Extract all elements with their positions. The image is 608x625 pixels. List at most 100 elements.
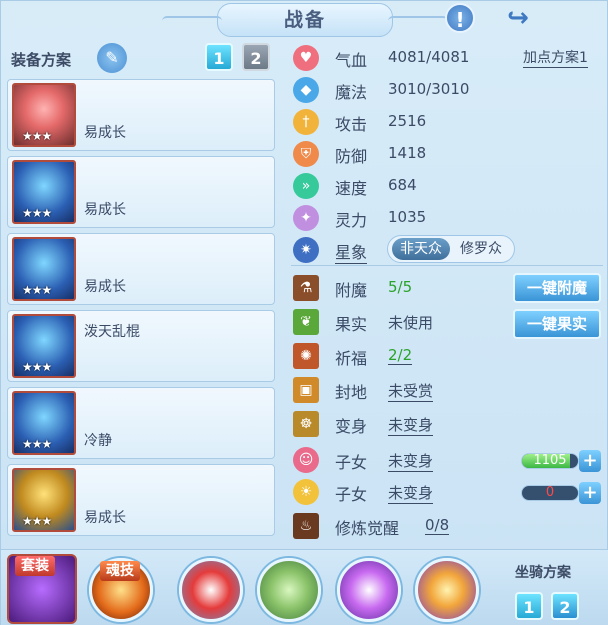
stat-atk: † 攻击 2516: [291, 107, 601, 137]
blue-helmet-icon[interactable]: ★★★: [12, 160, 76, 224]
star-option-a[interactable]: 非天众: [392, 238, 450, 260]
stat-label: 防御: [335, 147, 368, 166]
bottom-bar: 套装 魂技 坐骑方案 1 2: [1, 549, 608, 625]
row-value[interactable]: 未受赏: [388, 380, 434, 402]
row-value[interactable]: 未变身: [388, 450, 434, 472]
stat-spd: » 速度 684: [291, 171, 601, 201]
stat-label: 攻击: [335, 115, 368, 134]
row-child-1: ☺ 子女 未变身 1105 +: [291, 445, 601, 475]
enchant-icon: ⚗: [293, 275, 319, 301]
child-icon: ☺: [293, 447, 319, 473]
row-value[interactable]: 未变身: [388, 482, 434, 504]
stat-spirit: ✦ 灵力 1035: [291, 203, 601, 233]
row-label: 变身: [335, 417, 368, 436]
stat-star: ✷ 星象 非天众 修罗众: [291, 235, 601, 265]
share-icon[interactable]: ↪: [503, 3, 533, 33]
battle-prep-panel: 战备 ! ↪ 装备方案 ✎ 1 2 ★★★ 易成长 ★★★ 易成长 ★★★ 易成…: [0, 0, 608, 625]
child-1-plus-button[interactable]: +: [579, 450, 601, 472]
one-click-fruit-button[interactable]: 一键果实: [513, 309, 601, 339]
edit-pencil-icon[interactable]: ✎: [97, 43, 127, 73]
equip-plan-tab-1[interactable]: 1: [205, 43, 233, 71]
stat-value: 1418: [388, 144, 427, 162]
child-icon: ☀: [293, 479, 319, 505]
stat-label: 星象: [335, 239, 368, 264]
equip-slot-1[interactable]: ★★★ 易成长: [7, 79, 275, 151]
row-label: 封地: [335, 383, 368, 402]
soul-skill-icon[interactable]: 魂技: [89, 558, 153, 622]
row-child-2: ☀ 子女 未变身 0 +: [291, 477, 601, 507]
equip-name: 易成长: [84, 510, 126, 526]
blue-armor-icon[interactable]: ★★★: [12, 237, 76, 301]
speed-icon: »: [293, 173, 319, 199]
stat-mp: ◆ 魔法 3010/3010: [291, 75, 601, 105]
fruit-icon: ❦: [293, 309, 319, 335]
bar-value: 0: [545, 485, 555, 500]
green-leaf-skill-icon[interactable]: [257, 558, 321, 622]
cultivation-icon: ♨: [293, 513, 319, 539]
row-label: 附魔: [335, 281, 368, 300]
star-rating: ★★★: [22, 206, 52, 220]
popsicle-weapon-icon[interactable]: ★★★: [12, 83, 76, 147]
row-value[interactable]: 未变身: [388, 414, 434, 436]
child-2-plus-button[interactable]: +: [579, 482, 601, 504]
point-plan-link[interactable]: 加点方案1: [523, 47, 588, 68]
equip-name: 冷静: [84, 433, 112, 449]
stat-value: 1035: [388, 208, 427, 226]
mount-plan-tab-2[interactable]: 2: [551, 592, 579, 620]
star-rating: ★★★: [22, 514, 52, 528]
stat-value: 2516: [388, 112, 427, 130]
info-warning-icon[interactable]: !: [445, 3, 475, 33]
stat-label: 气血: [335, 51, 368, 70]
purple-orb-skill-icon[interactable]: [337, 558, 401, 622]
mount-plan-tab-1[interactable]: 1: [515, 592, 543, 620]
equip-slot-4[interactable]: ★★★ 泼天乱棍: [7, 310, 275, 382]
equip-name: 易成长: [84, 125, 126, 141]
equip-plan-label: 装备方案: [11, 51, 72, 69]
gold-boots-icon[interactable]: ★★★: [12, 468, 76, 532]
blue-belt-icon[interactable]: ★★★: [12, 391, 76, 455]
equip-slot-3[interactable]: ★★★ 易成长: [7, 233, 275, 305]
row-value: 5/5: [388, 278, 413, 296]
soul-label: 魂技: [100, 561, 140, 581]
child-1-bar: 1105: [521, 453, 579, 469]
equip-name: 易成长: [84, 279, 126, 295]
set-label: 套装: [15, 556, 55, 576]
moon-skill-icon[interactable]: [415, 558, 479, 622]
star-toggle[interactable]: 非天众 修罗众: [387, 235, 515, 263]
row-cultivation: ♨ 修炼觉醒 0/8: [291, 511, 601, 541]
stat-value: 4081/4081: [388, 48, 470, 66]
transform-icon: ☸: [293, 411, 319, 437]
shield-icon: ⛨: [293, 141, 319, 167]
sword-icon: †: [293, 109, 319, 135]
row-enchant: ⚗ 附魔 5/5 一键附魔: [291, 273, 601, 303]
equip-plan-tab-2[interactable]: 2: [242, 43, 270, 71]
bar-value: 1105: [533, 453, 567, 468]
star-rating: ★★★: [22, 360, 52, 374]
row-value[interactable]: 0/8: [425, 516, 450, 535]
row-label: 子女: [335, 485, 368, 504]
equip-slot-2[interactable]: ★★★ 易成长: [7, 156, 275, 228]
equip-name: 泼天乱棍: [84, 324, 140, 340]
panel-title: 战备: [162, 3, 448, 37]
stat-value: 684: [388, 176, 417, 194]
row-transform: ☸ 变身 未变身: [291, 409, 601, 439]
land-icon: ▣: [293, 377, 319, 403]
row-land: ▣ 封地 未受赏: [291, 375, 601, 405]
diamond-icon: ◆: [293, 77, 319, 103]
set-purple-icon[interactable]: 套装: [7, 554, 77, 624]
stat-label: 速度: [335, 179, 368, 198]
stat-value: 3010/3010: [388, 80, 470, 98]
row-label: 祈福: [335, 349, 368, 368]
one-click-enchant-button[interactable]: 一键附魔: [513, 273, 601, 303]
row-value[interactable]: 2/2: [388, 346, 413, 365]
spirit-icon: ✦: [293, 205, 319, 231]
red-swirl-skill-icon[interactable]: [179, 558, 243, 622]
row-label: 果实: [335, 315, 368, 334]
divider: [291, 265, 603, 266]
equip-slot-6[interactable]: ★★★ 易成长: [7, 464, 275, 536]
star-option-b[interactable]: 修罗众: [452, 238, 510, 260]
equip-name: 易成长: [84, 202, 126, 218]
row-value: 未使用: [388, 314, 434, 332]
blue-necklace-icon[interactable]: ★★★: [12, 314, 76, 378]
equip-slot-5[interactable]: ★★★ 冷静: [7, 387, 275, 459]
